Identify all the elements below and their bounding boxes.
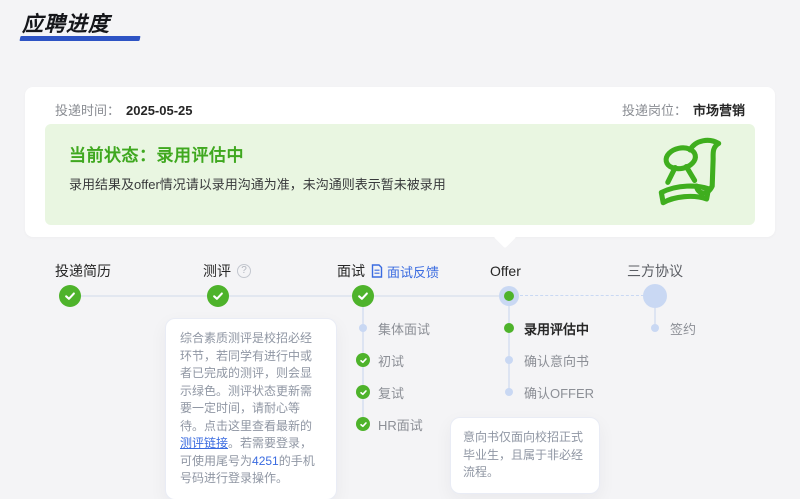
substep-offer-evaluation-label: 录用评估中 [524, 321, 590, 337]
stage-label-resume-text: 投递简历 [55, 263, 111, 279]
substep-sign-agreement: 签约 [648, 318, 696, 338]
page-title: 应聘进度 [22, 13, 110, 36]
assessment-tooltip: 综合素质测评是校招必经环节，若同学有进行中或者已完成的测评，则会显示绿色。测评状… [165, 318, 337, 499]
check-icon [356, 417, 370, 431]
stage-node-resume-done [59, 285, 81, 307]
pending-dot [359, 324, 367, 332]
card-header: 投递时间： 2025-05-25 投递岗位： 市场营销 [55, 99, 745, 119]
stage-node-interview-done [352, 285, 374, 307]
timeline-connector-solid [81, 295, 499, 297]
phone-tail-number: 4251 [252, 453, 279, 468]
substep-first-interview: 初试 [356, 350, 404, 370]
status-description: 录用结果及offer情况请以录用沟通为准，未沟通则表示暂未被录用 [69, 177, 446, 192]
apply-time: 投递时间： 2025-05-25 [55, 100, 193, 119]
apply-position: 投递岗位： 市场营销 [622, 100, 745, 119]
stage-label-resume: 投递简历 [55, 261, 111, 281]
stage-node-assessment-done [207, 285, 229, 307]
stage-label-agreement: 三方协议 [627, 261, 683, 281]
substep-offer-evaluation: 录用评估中 [502, 318, 589, 338]
substep-second-interview: 复试 [356, 382, 404, 402]
assessment-tooltip-text-1: 综合素质测评是校招必经环节，若同学有进行中或者已完成的测评，则会显示绿色。测评状… [180, 331, 313, 433]
stage-label-offer-text: Offer [490, 263, 521, 279]
stage-label-agreement-text: 三方协议 [627, 263, 683, 279]
substep-group-interview: 集体面试 [356, 318, 430, 338]
stage-node-agreement-pending [643, 284, 667, 308]
interview-feedback-link[interactable]: 面试反馈 [371, 262, 439, 281]
substep-first-interview-label: 初试 [378, 353, 405, 369]
substep-sign-agreement-label: 签约 [670, 321, 697, 337]
application-progress-page: 应聘进度 投递时间： 2025-05-25 投递岗位： 市场营销 当前状态：录用评估… [0, 0, 800, 499]
apply-time-label: 投递时间： [55, 102, 121, 118]
timeline-connector-dashed [520, 295, 644, 296]
check-icon [356, 353, 370, 367]
substep-confirm-offer: 确认OFFER [502, 382, 594, 402]
substep-group-interview-label: 集体面试 [378, 321, 431, 337]
stage-label-assessment-text: 测评 [203, 263, 231, 279]
pending-dot [505, 356, 513, 364]
substep-confirm-intent-label: 确认意向书 [524, 353, 590, 369]
substep-hr-interview: HR面试 [356, 414, 423, 434]
current-step-dot [504, 323, 514, 333]
substep-hr-interview-label: HR面试 [378, 417, 423, 433]
pending-dot [505, 388, 513, 396]
stage-node-offer-current [499, 286, 519, 306]
substep-confirm-intent: 确认意向书 [502, 350, 589, 370]
apply-position-value: 市场营销 [692, 102, 745, 118]
apply-position-label: 投递岗位： [621, 102, 687, 118]
progress-card: 投递时间： 2025-05-25 投递岗位： 市场营销 当前状态：录用评估中 录用结… [25, 87, 775, 237]
substep-second-interview-label: 复试 [378, 385, 405, 401]
help-icon[interactable]: ? [237, 264, 251, 278]
current-stage-dot [504, 291, 514, 301]
check-icon [356, 385, 370, 399]
current-status-banner: 当前状态：录用评估中 录用结果及offer情况请以录用沟通为准，未沟通则表示暂未… [45, 124, 755, 225]
stage-label-interview-text: 面试 [337, 263, 365, 279]
stage-label-offer: Offer [490, 261, 521, 281]
pending-dot [651, 324, 659, 332]
check-icon [358, 292, 368, 300]
stage-label-assessment: 测评 ? [203, 261, 251, 281]
assessment-link[interactable]: 测评链接 [180, 436, 228, 450]
offer-intent-tooltip-text: 意向书仅面向校招正式毕业生，且属于非必经流程。 [463, 430, 584, 479]
interview-feedback-link-text: 面试反馈 [387, 264, 440, 280]
apply-time-value: 2025-05-25 [126, 102, 193, 118]
offer-intent-tooltip: 意向书仅面向校招正式毕业生，且属于非必经流程。 [450, 417, 600, 494]
check-icon [65, 292, 75, 300]
check-icon [213, 292, 223, 300]
status-title: 当前状态：录用评估中 [69, 146, 244, 165]
stage-label-interview: 面试 面试反馈 [337, 261, 439, 281]
substep-confirm-offer-label: 确认OFFER [524, 385, 595, 401]
document-icon [371, 264, 383, 278]
certificate-doodle-icon [658, 137, 722, 206]
